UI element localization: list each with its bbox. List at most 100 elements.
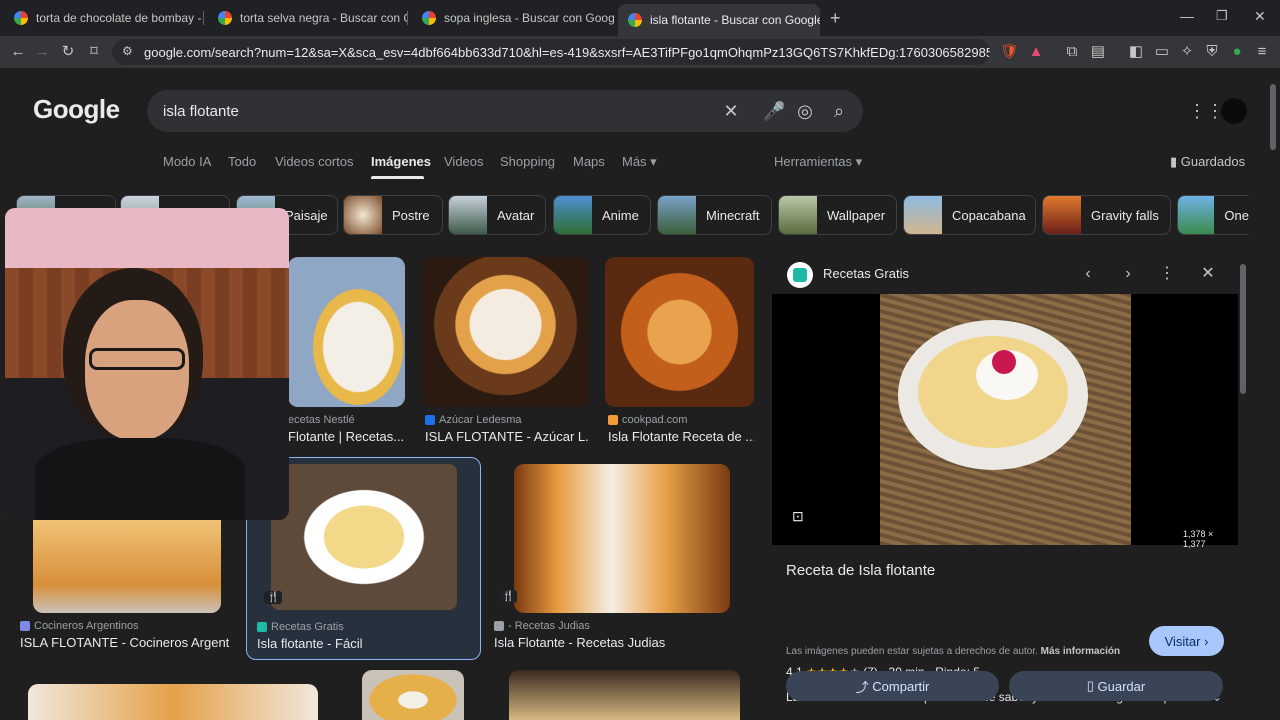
result-image[interactable]	[509, 670, 740, 720]
previous-icon[interactable]: ‹	[1078, 264, 1098, 284]
tab-title: torta de chocolate de bombay - Busc	[36, 11, 204, 25]
more-info-link[interactable]: Más información	[1041, 646, 1120, 657]
back-icon[interactable]: ←	[10, 44, 26, 60]
result-title[interactable]: Flotante | Recetas...	[288, 429, 406, 444]
tab-title: sopa inglesa - Buscar con Google	[444, 11, 614, 25]
chip-label: One	[1224, 207, 1249, 223]
chip-anime[interactable]: Anime	[553, 195, 651, 235]
reload-icon[interactable]: ↻	[60, 44, 76, 60]
visit-button[interactable]: Visitar ›	[1149, 626, 1224, 656]
result-title[interactable]: Isla Flotante - Recetas Judias	[494, 635, 734, 650]
result-title[interactable]: Isla Flotante Receta de ...	[608, 429, 754, 444]
result-image[interactable]	[422, 257, 589, 407]
result-title: Isla flotante - Fácil	[257, 636, 363, 651]
source-logo[interactable]	[787, 262, 813, 288]
result-title[interactable]: ISLA FLOTANTE - Cocineros Argenti...	[20, 635, 230, 650]
brave-shields-icon[interactable]: 🛡	[1000, 44, 1019, 60]
google-favicon-icon	[422, 11, 436, 25]
search-icon[interactable]: ⌕	[829, 101, 849, 121]
result-source[interactable]: Cocineros Argentinos	[20, 620, 139, 632]
leo-ai-icon[interactable]: ✧	[1179, 44, 1195, 60]
saved-button[interactable]: ▮ Guardados	[1170, 154, 1245, 170]
google-favicon-icon	[218, 11, 232, 25]
sidebar-icon[interactable]: ◧	[1128, 44, 1144, 60]
chip-one[interactable]: One	[1177, 195, 1249, 235]
profile-icon[interactable]: ●	[1229, 44, 1245, 60]
chip-thumbnail	[904, 196, 942, 234]
tab-imagenes[interactable]: Imágenes	[371, 154, 431, 169]
result-image[interactable]	[33, 520, 221, 613]
chip-copacabana[interactable]: Copacabana	[903, 195, 1036, 235]
preview-image-frame[interactable]: ⊡ 1,378 × 1,377	[772, 294, 1238, 549]
address-bar[interactable]: ⚙ google.com/search?num=12&sa=X&sca_esv=…	[112, 39, 990, 65]
result-title[interactable]: ISLA FLOTANTE - Azúcar L...	[425, 429, 590, 444]
result-image[interactable]	[605, 257, 754, 407]
apps-grid-icon[interactable]: ⋮⋮	[1188, 101, 1224, 122]
browser-tab[interactable]: torta selva negra - Buscar con Googl	[208, 6, 408, 30]
result-image[interactable]	[514, 464, 730, 613]
close-window-icon[interactable]: ✕	[1254, 8, 1266, 25]
result-source[interactable]: Azúcar Ledesma	[425, 414, 522, 426]
microphone-icon[interactable]: 🎤	[763, 101, 785, 121]
wallet-icon[interactable]: ▭	[1154, 44, 1170, 60]
result-image[interactable]	[288, 257, 405, 407]
browser-tab-active[interactable]: isla flotante - Buscar con Google ✕	[618, 4, 820, 36]
recipe-title[interactable]: Receta de Isla flotante	[786, 562, 935, 579]
brave-rewards-icon[interactable]: ▲	[1028, 44, 1044, 60]
avatar[interactable]	[1221, 98, 1247, 124]
result-source[interactable]: cookpad.com	[608, 414, 687, 426]
favicon-icon	[494, 621, 504, 631]
result-source[interactable]: - Recetas Judias	[494, 620, 590, 632]
bookmark-icon[interactable]: ⌑	[86, 44, 102, 60]
search-input[interactable]: isla flotante	[163, 103, 239, 120]
webcam-overlay	[5, 208, 289, 520]
vpn-icon[interactable]: ⛨	[1204, 44, 1220, 60]
minimize-icon[interactable]: —	[1180, 8, 1194, 24]
google-favicon-icon	[14, 11, 28, 25]
browser-tab[interactable]: sopa inglesa - Buscar con Google	[412, 6, 614, 30]
share-button[interactable]: ⤴ Compartir	[786, 671, 999, 701]
tab-modo-ia[interactable]: Modo IA	[163, 154, 211, 169]
chip-postre[interactable]: Postre	[343, 195, 443, 235]
result-image[interactable]	[28, 684, 318, 720]
chip-label: Minecraft	[706, 207, 760, 223]
tab-videos[interactable]: Videos	[444, 154, 484, 169]
chip-label: Wallpaper	[827, 207, 886, 223]
extensions-icon[interactable]: ⧉	[1064, 44, 1080, 60]
forward-icon[interactable]: →	[34, 44, 50, 60]
clear-icon[interactable]: ✕	[721, 101, 741, 121]
page-scrollbar[interactable]	[1270, 84, 1276, 150]
restore-icon[interactable]: ❐	[1216, 8, 1228, 24]
result-image[interactable]	[362, 670, 464, 720]
chip-wallpaper[interactable]: Wallpaper	[778, 195, 897, 235]
search-box[interactable]: isla flotante ✕ 🎤 ◎ ⌕	[147, 90, 863, 132]
reader-icon[interactable]: ▤	[1090, 44, 1106, 60]
next-icon[interactable]: ›	[1118, 264, 1138, 284]
chip-gravity-falls[interactable]: Gravity falls	[1042, 195, 1171, 235]
save-button[interactable]: ▯ Guardar	[1009, 671, 1223, 701]
lens-icon[interactable]: ◎	[795, 101, 815, 121]
close-icon[interactable]: ✕	[1198, 264, 1218, 284]
more-options-icon[interactable]: ⋮	[1157, 264, 1177, 284]
tab-maps[interactable]: Maps	[573, 154, 605, 169]
panel-source-name[interactable]: Recetas Gratis	[823, 266, 909, 281]
panel-scrollbar[interactable]	[1240, 264, 1246, 394]
tools-button[interactable]: Herramientas ▾	[774, 154, 862, 170]
google-logo[interactable]: Google	[33, 94, 120, 125]
lens-search-icon[interactable]: ⊡	[792, 508, 804, 525]
browser-tab[interactable]: torta de chocolate de bombay - Busc	[4, 6, 204, 30]
tab-todo[interactable]: Todo	[228, 154, 256, 169]
tools-label: Herramientas	[774, 154, 853, 169]
tab-videos-cortos[interactable]: Videos cortos	[275, 154, 354, 169]
menu-icon[interactable]: ≡	[1254, 44, 1270, 60]
bookmark-icon: ▯	[1086, 678, 1094, 693]
chip-thumbnail	[449, 196, 487, 234]
chip-avatar[interactable]: Avatar	[448, 195, 546, 235]
tab-shopping[interactable]: Shopping	[500, 154, 555, 169]
result-source[interactable]: ecetas Nestlé	[288, 414, 355, 426]
tab-mas[interactable]: Más ▾	[622, 154, 657, 170]
chip-minecraft[interactable]: Minecraft	[657, 195, 772, 235]
image-dimensions: 1,378 × 1,377	[1183, 529, 1214, 549]
new-tab-button[interactable]: +	[830, 8, 841, 29]
site-info-icon[interactable]: ⚙	[122, 44, 133, 58]
